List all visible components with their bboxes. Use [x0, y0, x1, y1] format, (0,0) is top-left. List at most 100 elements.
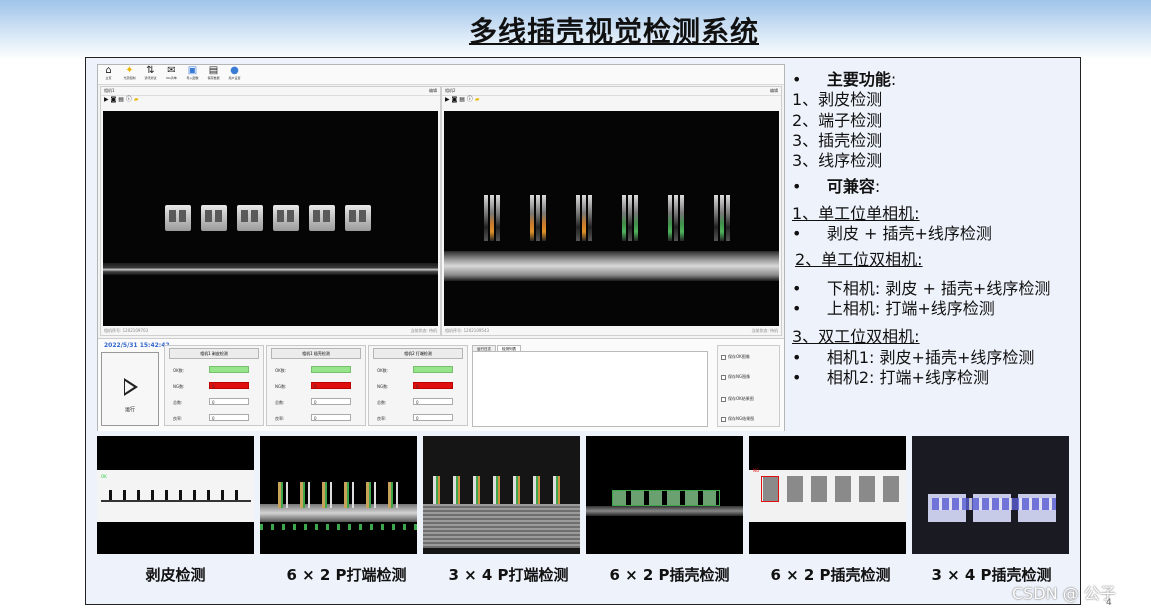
ng-count-field: 0 — [311, 382, 351, 389]
feature-item: 3、线序检测 — [792, 151, 883, 171]
stats-group-title: 相机1 剥皮检测 — [169, 348, 259, 359]
stats-group-3: 相机2 打端检测 OK数: NG数: 0 总数: 0 良率: 0 — [368, 345, 468, 426]
connector-housing — [345, 205, 371, 231]
thumb-6x2-housing — [586, 436, 743, 554]
camera-icon[interactable]: ◙ — [111, 96, 117, 103]
inspection-app-window: ⌂ 主页 ✦ 光源控制 ⇅ 通讯测试 ✉ NG清单 ▣ 导入图像 ▤ 保存数据 ● 用户设置 … — [97, 64, 785, 431]
run-label: 运行 — [124, 407, 135, 413]
camera1-image — [103, 111, 438, 326]
thumb-3x4-crimp — [423, 436, 580, 554]
light-icon: ✦ — [125, 65, 134, 76]
wire-terminal — [714, 195, 730, 241]
camera1-pane: 相机1 编辑 ▶ ◙ ▤ ⓘ ▰ 相机序号: 1202109703 当前状态: 待机 — [100, 86, 441, 336]
ok-count-field — [209, 366, 249, 373]
ng-count-field: 0 — [413, 382, 453, 389]
play-icon[interactable]: ▶ — [104, 96, 109, 103]
config-heading: 3、双工位双相机: — [792, 327, 920, 347]
main-functions-heading: 主要功能 — [826, 70, 891, 89]
stats-group-1: 相机1 剥皮检测 OK数: NG数: 0 总数: 0 良率: 0 — [164, 345, 264, 426]
config-heading: 2、单工位双相机: — [795, 250, 923, 270]
toolbar-home-button[interactable]: ⌂ 主页 — [100, 65, 117, 84]
config-item: 下相机: 剥皮 + 插壳+线序检测 — [826, 278, 1051, 298]
thumb-6x2-housing-side: NG — [749, 436, 906, 554]
camera-icon[interactable]: ◙ — [452, 96, 458, 103]
thumb-stripping: OK — [97, 436, 254, 554]
camera2-edit-link[interactable]: 编辑 — [770, 87, 778, 95]
feature-item: 2、端子检测 — [792, 110, 883, 130]
connector-housing — [237, 205, 263, 231]
toolbar-import-button[interactable]: ▣ 导入图像 — [184, 65, 201, 84]
folder-icon[interactable]: ▰ — [134, 96, 139, 103]
config-item: 相机2: 打端+线序检测 — [826, 367, 989, 387]
toolbar-mail-button[interactable]: ✉ NG清单 — [163, 65, 180, 84]
app-toolbar: ⌂ 主页 ✦ 光源控制 ⇅ 通讯测试 ✉ NG清单 ▣ 导入图像 ▤ 保存数据 ● 用户设置 — [98, 65, 784, 85]
home-icon: ⌂ — [105, 65, 112, 76]
save-icon: ▤ — [208, 65, 219, 76]
camera2-tool-row: ▶ ◙ ▤ ⓘ ▰ — [442, 96, 781, 104]
run-button[interactable]: 运行 — [101, 352, 159, 426]
compatible-heading: 可兼容 — [826, 177, 875, 197]
comm-icon: ⇅ — [146, 65, 155, 76]
ng-count-field: 0 — [209, 382, 249, 389]
import-icon: ▣ — [187, 65, 198, 76]
folder-icon[interactable]: ▰ — [475, 96, 480, 103]
wire-terminal — [622, 195, 638, 241]
toolbar-save-button[interactable]: ▤ 保存数据 — [205, 65, 222, 84]
ok-count-field — [413, 366, 453, 373]
toolbar-light-button[interactable]: ✦ 光源控制 — [121, 65, 138, 84]
config-heading: 1、单工位单相机: — [792, 203, 920, 223]
save-icon[interactable]: ▤ — [118, 96, 124, 103]
play-icon[interactable]: ▶ — [445, 96, 450, 103]
camera2-image — [444, 111, 779, 326]
info-icon[interactable]: ⓘ — [126, 96, 132, 103]
thumb-3x4-housing — [912, 436, 1069, 554]
camera1-status: 当前状态: 待机 — [410, 328, 437, 333]
wire-terminal — [668, 195, 684, 241]
toolbar-user-button[interactable]: ● 用户设置 — [226, 65, 243, 84]
save-ok-image-checkbox[interactable]: 保存OK图像 — [721, 354, 750, 360]
stats-group-2: 相机1 插壳检测 OK数: NG数: 0 总数: 0 良率: 0 — [266, 345, 366, 426]
config-item: 相机1: 剥皮+插壳+线序检测 — [826, 347, 1035, 367]
caption: 6 × 2 P打端检测 — [286, 566, 407, 584]
save-ng-result-checkbox[interactable]: 保存NG结果图 — [721, 416, 754, 422]
log-textarea[interactable] — [472, 351, 708, 427]
stats-group-title: 相机2 打端检测 — [373, 348, 463, 359]
total-count-field: 0 — [209, 398, 249, 405]
connector-housing — [165, 205, 191, 231]
caption: 3 × 4 P打端检测 — [448, 566, 569, 584]
feature-item: 1、剥皮检测 — [792, 90, 883, 110]
config-item: 剥皮 + 插壳+线序检测 — [826, 224, 992, 244]
user-icon: ● — [230, 65, 239, 76]
toolbar-comm-button[interactable]: ⇅ 通讯测试 — [142, 65, 159, 84]
save-ng-image-checkbox[interactable]: 保存NG图像 — [721, 374, 750, 380]
camera1-tool-row: ▶ ◙ ▤ ⓘ ▰ — [101, 96, 440, 104]
camera2-serial: 相机序号: 1202109543 — [445, 328, 490, 333]
thumb-6x2-crimp — [260, 436, 417, 554]
feature-list: • 主要功能: 1、剥皮检测 2、端子检测 3、插壳检测 3、线序检测 • 可兼… — [792, 70, 1072, 388]
total-count-field: 0 — [311, 398, 351, 405]
wire-terminal — [576, 195, 592, 241]
save-icon[interactable]: ▤ — [459, 96, 465, 103]
camera2-status: 当前状态: 待机 — [751, 328, 778, 333]
connector-housing — [273, 205, 299, 231]
connector-housing — [309, 205, 335, 231]
camera2-bench — [444, 251, 779, 281]
datetime-label: 2022/5/31 15:42:42 — [104, 342, 170, 349]
play-icon — [124, 378, 138, 396]
save-options-panel: 保存OK图像 保存NG图像 保存OK结果图 保存NG结果图 — [717, 345, 780, 427]
camera1-serial: 相机序号: 1202109703 — [104, 328, 149, 333]
feature-item: 3、插壳检测 — [792, 130, 883, 150]
connector-housing — [201, 205, 227, 231]
save-ok-result-checkbox[interactable]: 保存OK结果图 — [721, 396, 754, 402]
camera2-pane: 相机2 编辑 ▶ ◙ ▤ ⓘ ▰ 相机序号: 1202109543 当前状态: 待机 — [441, 86, 782, 336]
wire-terminal — [484, 195, 500, 241]
control-panel: 2022/5/31 15:42:42 运行 相机1 剥皮检测 OK数: NG数:… — [98, 338, 784, 431]
ok-count-field — [311, 366, 351, 373]
camera1-edit-link[interactable]: 编辑 — [429, 87, 437, 95]
mail-icon: ✉ — [167, 65, 176, 76]
slide-title: 多线插壳视觉检测系统 — [468, 15, 759, 48]
info-icon[interactable]: ⓘ — [467, 96, 473, 103]
camera2-title: 相机2 — [445, 88, 456, 93]
watermark: CSDN @ 公子 — [1012, 584, 1116, 603]
page-number: 4 — [1106, 598, 1112, 608]
